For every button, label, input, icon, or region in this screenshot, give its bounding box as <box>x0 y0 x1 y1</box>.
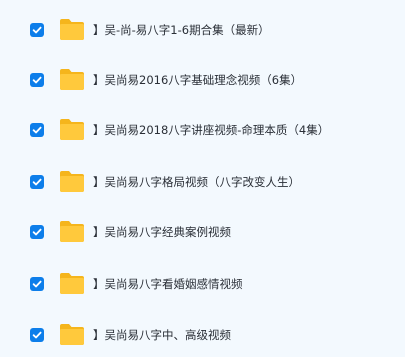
file-row[interactable]: 】吴尚易八字中、高级视频 <box>0 313 405 357</box>
folder-icon <box>59 17 85 41</box>
folder-icon <box>59 67 85 91</box>
file-row[interactable]: 】吴尚易八字格局视频（八字改变人生） <box>0 160 405 204</box>
folder-icon <box>59 117 85 141</box>
checkmark-icon <box>32 26 42 34</box>
file-name[interactable]: 】吴尚易2018八字讲座视频-命理本质（4集） <box>93 121 329 139</box>
file-row[interactable]: 】吴尚易八字看婚姻感情视频 <box>0 262 405 306</box>
file-list: 】吴-尚-易八字1-6期合集（最新） 】吴尚易2016八字基础理念视频（6集） … <box>0 0 405 355</box>
folder-icon <box>59 219 85 243</box>
file-row[interactable]: 】吴尚易2016八字基础理念视频（6集） <box>0 58 405 102</box>
file-checkbox[interactable] <box>30 225 44 239</box>
file-checkbox[interactable] <box>30 123 44 137</box>
checkmark-icon <box>32 126 42 134</box>
checkmark-icon <box>32 76 42 84</box>
checkmark-icon <box>32 280 42 288</box>
checkmark-icon <box>32 178 42 186</box>
file-checkbox[interactable] <box>30 175 44 189</box>
file-row[interactable]: 】吴-尚-易八字1-6期合集（最新） <box>0 8 405 52</box>
folder-icon <box>59 271 85 295</box>
file-checkbox[interactable] <box>30 328 44 342</box>
checkmark-icon <box>32 331 42 339</box>
file-name[interactable]: 】吴尚易2016八字基础理念视频（6集） <box>93 71 302 89</box>
file-row[interactable]: 】吴尚易八字经典案例视频 <box>0 210 405 254</box>
file-name[interactable]: 】吴尚易八字格局视频（八字改变人生） <box>93 173 300 191</box>
file-name[interactable]: 】吴-尚-易八字1-6期合集（最新） <box>93 21 270 39</box>
folder-icon <box>59 169 85 193</box>
folder-icon <box>59 322 85 346</box>
file-name[interactable]: 】吴尚易八字中、高级视频 <box>93 326 231 344</box>
file-row[interactable]: 】吴尚易2018八字讲座视频-命理本质（4集） <box>0 108 405 152</box>
file-checkbox[interactable] <box>30 277 44 291</box>
file-name[interactable]: 】吴尚易八字看婚姻感情视频 <box>93 275 243 293</box>
checkmark-icon <box>32 228 42 236</box>
file-name[interactable]: 】吴尚易八字经典案例视频 <box>93 223 231 241</box>
file-checkbox[interactable] <box>30 73 44 87</box>
file-checkbox[interactable] <box>30 23 44 37</box>
